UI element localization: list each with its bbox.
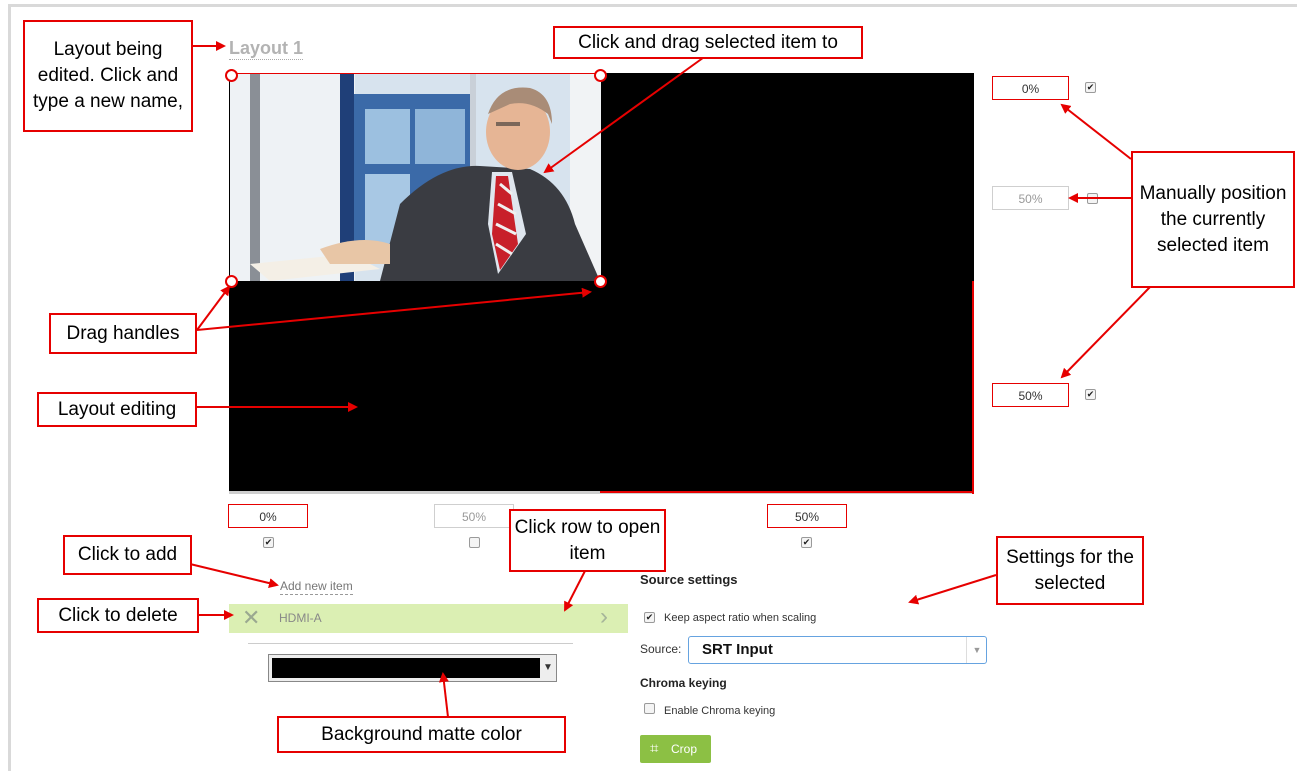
callout-settings-for-selected: Settings for the selected: [996, 536, 1144, 605]
arrow-handle-left: [196, 285, 231, 331]
annotation-arrows: [189, 41, 1151, 718]
callout-background-matte-color: Background matte color: [277, 716, 566, 753]
arrow-drag-item: [543, 54, 708, 174]
callout-drag-handles: Drag handles: [49, 313, 197, 354]
callout-click-to-add: Click to add: [63, 535, 192, 575]
callout-click-and-drag: Click and drag selected item to: [553, 26, 863, 59]
arrow-add-item: [189, 563, 279, 588]
arrow-handle-right: [196, 287, 592, 331]
callout-layout-editing: Layout editing: [37, 392, 197, 427]
callout-manually-position: Manually position the currently selected…: [1131, 151, 1295, 288]
arrow-bottom-input: [1060, 286, 1151, 379]
arrow-click-row: [564, 568, 587, 612]
callout-click-row: Click row to open item: [509, 509, 666, 572]
arrow-matte: [438, 672, 449, 718]
arrow-top-input: [1060, 103, 1132, 160]
callout-click-to-delete: Click to delete: [37, 598, 199, 633]
arrow-settings: [908, 574, 997, 605]
callout-layout-being-edited: Layout being edited. Click and type a ne…: [23, 20, 193, 132]
